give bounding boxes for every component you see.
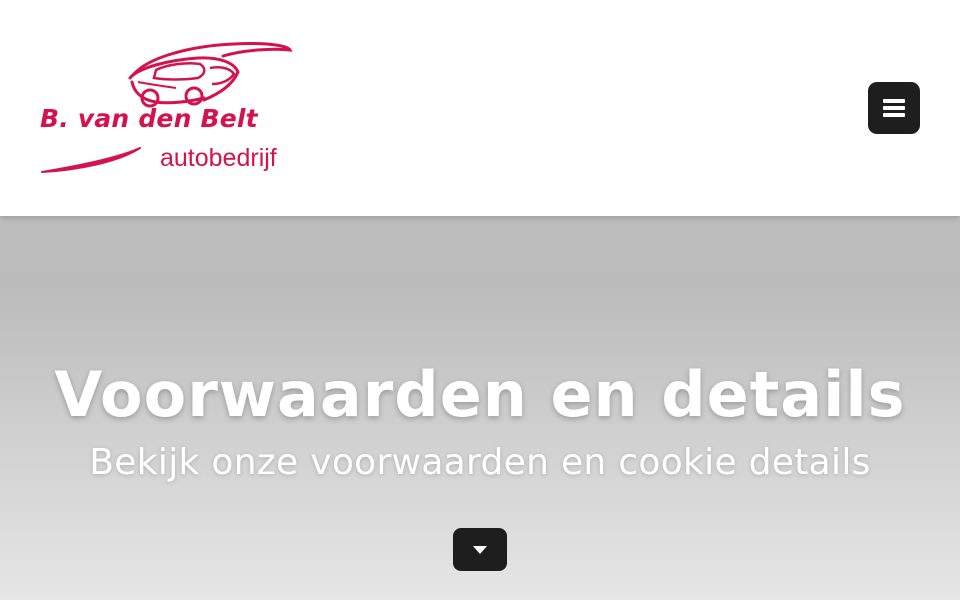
page-subtitle: Bekijk onze voorwaarden en cookie detail… [89,442,871,483]
page-title: Voorwaarden en details [54,358,906,431]
logo-name: B. van den Belt [40,104,258,133]
site-logo[interactable]: B. van den Belt autobedrijf [38,38,294,180]
hamburger-menu-icon [883,99,905,117]
menu-button[interactable] [868,82,920,134]
site-header: B. van den Belt autobedrijf [0,0,960,216]
scroll-down-button[interactable] [453,528,507,571]
logo-tagline: autobedrijf [160,144,277,172]
hero-banner: Voorwaarden en details Bekijk onze voorw… [0,216,960,600]
caret-down-icon [473,545,487,554]
